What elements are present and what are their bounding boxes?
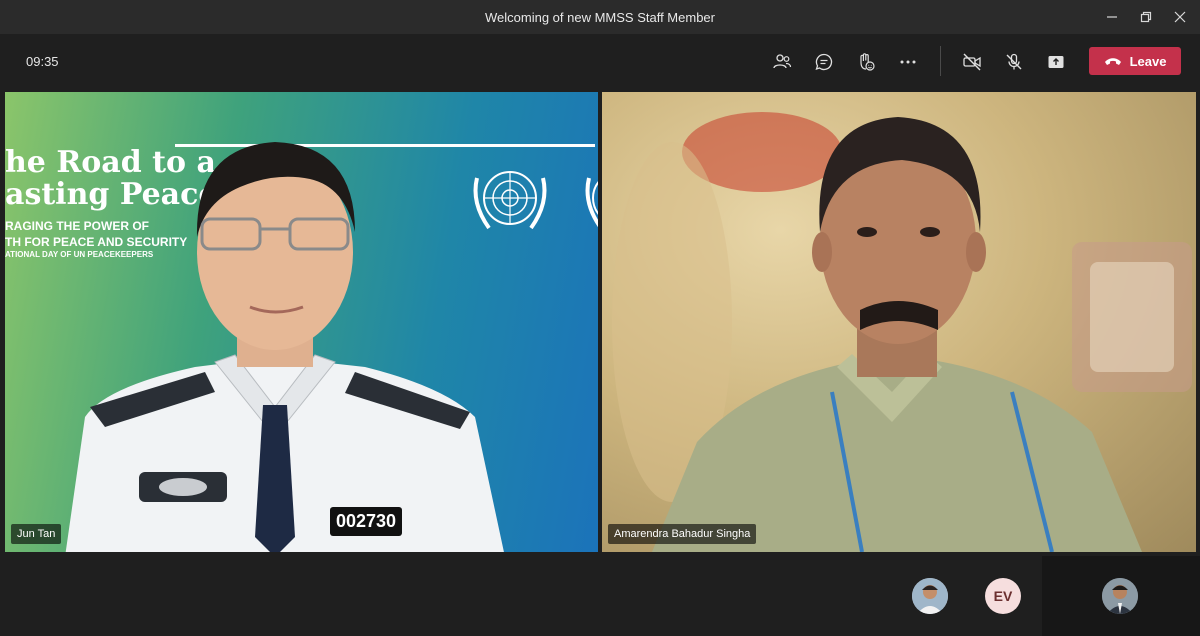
leave-label: Leave [1129, 53, 1167, 69]
leave-button[interactable]: Leave [1089, 47, 1181, 75]
participant-jun-tan-video-feed [65, 142, 504, 552]
meeting-toolbar: 09:35 Leave [0, 34, 1200, 90]
participant-name-tag: Amarendra Bahadur Singha [608, 524, 757, 544]
camera-off-icon[interactable] [957, 48, 987, 76]
participant-video-jun-tan[interactable]: he Road to a asting Peace RAGING THE POW… [5, 92, 598, 552]
avatar-photo-icon [912, 578, 948, 614]
title-bar: Welcoming of new MMSS Staff Member [0, 0, 1200, 34]
minimize-icon[interactable] [1102, 8, 1122, 26]
meeting-timer: 09:35 [26, 54, 59, 69]
window-title: Welcoming of new MMSS Staff Member [485, 10, 715, 25]
un-emblem-partial-icon [585, 177, 598, 228]
share-tray-icon[interactable] [1041, 48, 1071, 76]
self-avatar[interactable] [1102, 578, 1138, 614]
raise-hand-icon[interactable] [851, 48, 881, 76]
mic-off-icon[interactable] [999, 48, 1029, 76]
phone-hangup-icon [1104, 58, 1121, 65]
uniform-badge-number: 002730 [330, 507, 403, 536]
participant-avatar-ev[interactable]: EV [985, 578, 1021, 614]
more-icon[interactable] [893, 48, 923, 76]
close-icon[interactable] [1170, 8, 1190, 26]
participant-name-tag: Jun Tan [11, 524, 62, 544]
participant-avatar-photo-1[interactable] [912, 578, 948, 614]
self-avatar-photo-icon [1102, 578, 1138, 614]
participant-video-amarendra-bahadur-singha[interactable]: Amarendra Bahadur Singha [602, 92, 1196, 552]
restore-icon[interactable] [1136, 8, 1156, 26]
participant-amarendra-video-feed [612, 112, 1192, 552]
chat-icon[interactable] [809, 48, 839, 76]
people-icon[interactable] [767, 48, 797, 76]
toolbar-divider [940, 46, 941, 76]
